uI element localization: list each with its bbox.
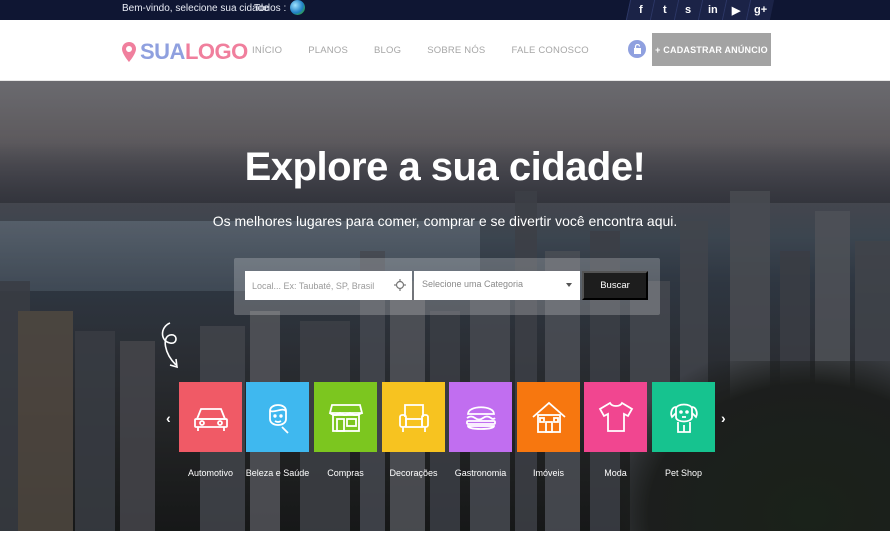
armchair-icon (398, 404, 429, 432)
chevron-down-icon (566, 283, 572, 287)
category-select[interactable]: Selecione uma Categoria (414, 271, 580, 300)
car-icon (193, 408, 228, 431)
category-gastronomia[interactable]: Gastronomia (449, 382, 512, 478)
nav-fale-conosco[interactable]: FALE CONOSCO (511, 45, 588, 56)
header: SUA LOGO INÍCIO PLANOS BLOG SOBRE NÓS FAL… (0, 20, 890, 81)
hero-section: Explore a sua cidade! Os melhores lugare… (0, 81, 890, 531)
carousel-prev-icon[interactable]: ‹ (166, 410, 171, 426)
category-automotivo[interactable]: Automotivo (179, 382, 242, 478)
nav-planos[interactable]: PLANOS (308, 45, 348, 56)
page: Bem-vindo, selecione sua cidade Todos : … (0, 0, 890, 550)
category-tile[interactable] (517, 382, 580, 452)
dog-icon (669, 403, 698, 433)
curly-arrow-icon (161, 322, 178, 369)
category-beleza-saude[interactable]: Beleza e Saúde (246, 382, 309, 478)
nav-blog[interactable]: BLOG (374, 45, 401, 56)
login-button[interactable] (628, 40, 646, 58)
category-label: Pet Shop (664, 468, 703, 478)
category-tile[interactable] (652, 382, 715, 452)
burger-icon (465, 406, 496, 430)
category-select-text: Selecione uma Categoria (422, 279, 524, 289)
lock-icon (633, 44, 641, 54)
category-tile[interactable] (584, 382, 647, 452)
carousel-next-icon[interactable]: › (721, 410, 726, 426)
google-plus-icon[interactable]: g+ (745, 0, 775, 20)
page-bottom (0, 531, 890, 550)
woman-face-icon (268, 404, 289, 434)
category-decoracoes[interactable]: Decorações (382, 382, 445, 478)
map-pin-icon (122, 42, 136, 62)
logo-text-sua: SUA (140, 39, 185, 64)
social-links: f t s in ▶ g+ (625, 0, 775, 20)
logo[interactable]: SUA LOGO (122, 39, 248, 65)
crosshair-icon[interactable] (394, 279, 406, 291)
category-tile[interactable] (382, 382, 445, 452)
category-compras[interactable]: Compras (314, 382, 377, 478)
main-nav: INÍCIO PLANOS BLOG SOBRE NÓS FALE CONOSC… (252, 45, 615, 56)
nav-inicio[interactable]: INÍCIO (252, 45, 282, 56)
logo-text-logo: LOGO (184, 39, 248, 64)
category-tile[interactable] (179, 382, 242, 452)
category-tile[interactable] (314, 382, 377, 452)
location-input[interactable] (245, 271, 412, 300)
category-pet-shop[interactable]: Pet Shop (652, 382, 715, 478)
search-panel: Selecione uma Categoria Buscar (234, 258, 660, 315)
hero-subtitle: Os melhores lugares para comer, comprar … (212, 213, 678, 229)
tshirt-icon (598, 401, 633, 432)
house-icon (531, 401, 566, 433)
category-tile[interactable] (246, 382, 309, 452)
shop-icon (328, 404, 363, 432)
welcome-text: Bem-vindo, selecione sua cidade (122, 3, 269, 14)
nav-sobre-nos[interactable]: SOBRE NÓS (427, 45, 485, 56)
category-moda[interactable]: Moda (584, 382, 647, 478)
hero-title: Explore a sua cidade! (244, 145, 646, 189)
category-tile[interactable] (449, 382, 512, 452)
globe-icon[interactable] (290, 0, 305, 15)
category-carousel: ‹ › Automotivo Beleza e Saúde Compras De… (0, 382, 890, 492)
add-listing-button[interactable]: + CADASTRAR ANÚNCIO (652, 33, 771, 66)
city-selector-label[interactable]: Todos : (254, 3, 286, 14)
search-button[interactable]: Buscar (582, 271, 648, 300)
top-bar: Bem-vindo, selecione sua cidade Todos : … (0, 0, 890, 20)
category-imoveis[interactable]: Imóveis (517, 382, 580, 478)
